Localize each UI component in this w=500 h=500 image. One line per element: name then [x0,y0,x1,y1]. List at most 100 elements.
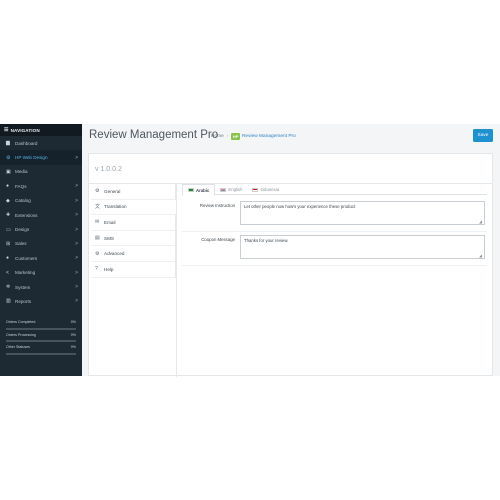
tab-sms[interactable]: ▤ SMS [91,230,176,247]
tab-email[interactable]: ✉ Email [91,215,176,231]
breadcrumb-separator: › [226,134,229,139]
flag-icon [252,187,259,192]
sidebar-item-customers[interactable]: ● Customers > [0,251,82,265]
sidebar-item-sales[interactable]: ⊞ Sales > [0,237,82,251]
bar-chart-icon: ▥ [6,298,11,305]
stat-item: Orders Completed 0% [6,319,76,332]
divider [176,184,177,377]
chevron-right-icon: > [75,269,78,276]
stat-row: Other Statuses 0% [6,344,76,349]
stat-value: 0% [70,320,76,324]
sidebar-item-label: Design [15,227,30,233]
resize-grip-icon[interactable]: ◢ [479,253,482,258]
user-icon: ● [6,255,10,262]
sidebar-item-label: Marketing [15,270,36,276]
tab-help[interactable]: ? Help [91,261,176,278]
admin-window: ☰ NAVIGATION ▆ Dashboard ⚙ HP Web Design > ▣ M… [0,124,500,377]
breadcrumb-current-link[interactable]: Review Management Pro [242,134,296,139]
language-tabs: Arabic English Indonesia [182,184,487,196]
sidebar-item-hp-web-design[interactable]: ⚙ HP Web Design > [0,150,82,165]
gear-icon: ✲ [6,284,11,291]
sidebar-item-label: Extensions [15,212,38,218]
comments-icon: ● [6,183,10,190]
sidebar-item-label: Reports [15,298,32,304]
flag-icon [220,187,227,192]
stat-row: Orders Completed 0% [6,319,76,324]
stat-value: 0% [70,345,76,349]
tag-icon: ◆ [6,197,10,204]
breadcrumb-home-link[interactable]: Home [211,134,224,139]
settings-panel: v 1.0.0.2 ⚙ General 文 Translation ✉ Email ▤ SMS… [88,153,493,377]
language-label: Indonesia [260,187,280,192]
cogs-icon: ⚙ [6,154,11,161]
hp-logo-badge: HP [231,133,240,140]
sidebar-item-label: Dashboard [15,140,38,146]
chevron-right-icon: > [75,226,78,233]
sidebar-item-label: FAQs [15,183,27,189]
navigation-header: ☰ NAVIGATION [0,124,82,136]
language-tab-arabic[interactable]: Arabic [182,184,216,196]
sidebar-menu: ▆ Dashboard ⚙ HP Web Design > ▣ Media ● FAQs > ◆ Ca… [0,136,82,309]
translation-fields: Review Instruction Let other people now h… [182,198,487,266]
translation-content: Arabic English Indonesia Review Instructio… [182,184,487,266]
tab-label: Email [104,219,116,225]
sidebar-item-catalog[interactable]: ◆ Catalog > [0,194,82,208]
sidebar-item-extensions[interactable]: ✚ Extensions > [0,208,82,222]
form-row: Coupon Message Thanks for your review. ◢ [182,232,487,266]
share-icon: < [6,269,9,276]
tab-label: Advanced [104,251,125,257]
tab-general[interactable]: ⚙ General [91,184,176,200]
language-tab-english[interactable]: English [215,184,247,195]
sidebar: ☰ NAVIGATION ▆ Dashboard ⚙ HP Web Design > ▣ M… [0,124,82,376]
sidebar-item-reports[interactable]: ▥ Reports > [0,294,82,308]
chevron-right-icon: > [75,212,78,219]
stat-value: 0% [70,332,76,337]
sidebar-item-label: System [15,284,31,290]
tab-advanced[interactable]: ⚙ Advanced [91,246,176,262]
chevron-right-icon: > [75,255,78,262]
form-row: Review Instruction Let other people now h… [182,198,487,232]
puzzle-icon: ✚ [6,212,11,219]
tab-translation[interactable]: 文 Translation [91,199,176,216]
stat-item: Other Statuses 0% [6,344,76,357]
gear-icon: ⚙ [95,188,100,195]
page-title: Review Management Pro [89,129,219,141]
tab-label: SMS [104,235,114,241]
sms-icon: ▤ [95,235,100,242]
chevron-right-icon: > [75,154,78,161]
stat-item: Orders Processing 0% [6,332,76,345]
review-instruction-textarea[interactable]: Let other people now how's your experien… [240,201,485,225]
progress-bar [6,352,76,355]
sidebar-item-design[interactable]: ▭ Design > [0,222,82,236]
help-icon: ? [95,266,98,273]
sidebar-item-system[interactable]: ✲ System > [0,280,82,294]
sidebar-item-label: Sales [15,241,27,247]
chevron-right-icon: > [75,183,78,190]
image-icon: ▣ [6,168,11,175]
breadcrumb: Home › HP Review Management Pro [211,133,296,140]
progress-bar [6,340,76,342]
language-tab-indonesia[interactable]: Indonesia [247,184,284,195]
main-content: Review Management Pro Home › HP Review M… [82,124,500,377]
stat-label: Orders Completed [6,320,36,324]
sidebar-item-dashboard[interactable]: ▆ Dashboard [0,136,82,150]
save-button[interactable]: Save [473,129,493,142]
tab-label: General [104,188,121,194]
sidebar-item-label: HP Web Design [15,155,48,161]
resize-grip-icon[interactable]: ◢ [479,219,482,224]
sidebar-item-label: Media [15,169,28,175]
chevron-right-icon: > [75,298,78,305]
stat-label: Orders Processing [6,332,36,337]
sidebar-item-label: Customers [15,255,38,261]
flag-icon [188,188,194,192]
settings-tabs: ⚙ General 文 Translation ✉ Email ▤ SMS ⚙ Advanced?… [91,184,176,278]
review-instruction-label: Review Instruction [199,203,235,208]
sidebar-item-faqs[interactable]: ● FAQs > [0,179,82,193]
chevron-right-icon: > [75,284,78,291]
cogs-icon: ⚙ [95,250,100,257]
sidebar-item-marketing[interactable]: < Marketing > [0,266,82,280]
tab-label: Help [104,266,114,272]
sidebar-item-media[interactable]: ▣ Media [0,165,82,179]
coupon-message-textarea[interactable]: Thanks for your review. [240,235,485,259]
chevron-right-icon: > [75,197,78,204]
